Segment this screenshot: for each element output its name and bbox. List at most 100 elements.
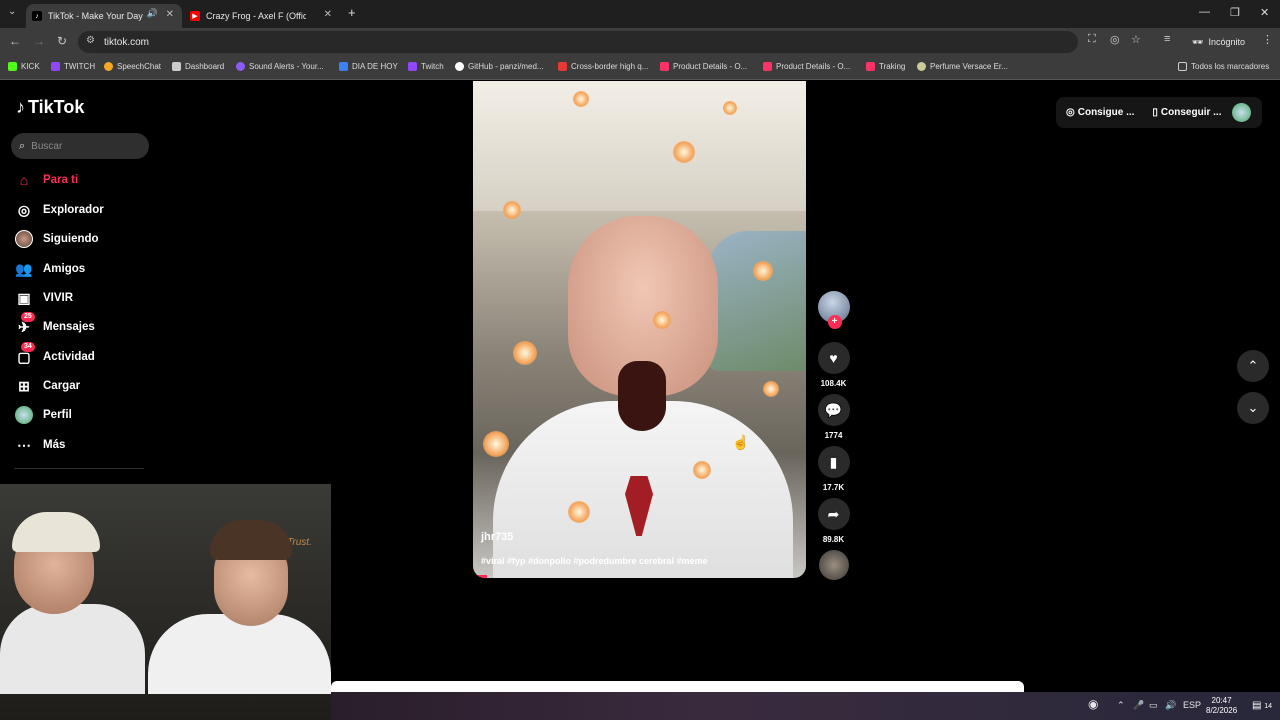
bookmark-label: Perfume Versace Er... bbox=[930, 62, 1008, 71]
incognito-indicator[interactable]: 🕶 Incógnito bbox=[1186, 32, 1251, 52]
nav-mas[interactable]: ⋯ Más bbox=[14, 434, 154, 456]
search-placeholder: Buscar bbox=[31, 140, 63, 152]
spark bbox=[503, 201, 521, 219]
nav-label: Para ti bbox=[43, 174, 79, 186]
bookmark-icon[interactable]: ▮ bbox=[817, 446, 850, 478]
video-player[interactable]: jhr735 #viral #fyp #donpollo #podredumbr… bbox=[473, 81, 806, 578]
twitch-icon bbox=[408, 62, 417, 71]
bookmark-github[interactable]: GitHub - panzi/med... bbox=[455, 62, 544, 71]
comment-action[interactable]: 💬 1774 bbox=[817, 394, 850, 440]
nav-vivir[interactable]: ▣ VIVIR bbox=[14, 287, 154, 309]
back-icon[interactable]: ← bbox=[9, 34, 21, 48]
nav-explorador[interactable]: ◎ Explorador bbox=[14, 199, 154, 221]
spark bbox=[693, 461, 711, 479]
bookmark-product-details-1[interactable]: Product Details - O... bbox=[660, 62, 747, 71]
bookmark-twitch[interactable]: Twitch bbox=[408, 62, 444, 71]
save-count: 17.7K bbox=[822, 483, 845, 492]
bookmark-traking[interactable]: Traking bbox=[866, 62, 905, 71]
tab-tiktok[interactable]: ♪ TikTok - Make Your Day 🔊 ✕ bbox=[26, 4, 182, 28]
save-action[interactable]: ▮ 17.7K bbox=[817, 446, 850, 492]
spark bbox=[753, 261, 773, 281]
nav-siguiendo[interactable]: Siguiendo bbox=[14, 228, 154, 250]
bookmark-product-details-2[interactable]: Product Details - O... bbox=[763, 62, 850, 71]
tiktok-logo[interactable]: ♪ TikTok bbox=[16, 97, 84, 118]
bookmark-sound-alerts[interactable]: Sound Alerts - Your... bbox=[236, 62, 324, 71]
heart-icon[interactable]: ♥ bbox=[817, 342, 850, 374]
nav-label: Actividad bbox=[43, 351, 95, 363]
person-left-cap bbox=[12, 512, 100, 552]
more-icon: ⋯ bbox=[17, 436, 31, 453]
like-count: 108.4K bbox=[820, 379, 847, 388]
avatar[interactable] bbox=[1232, 103, 1251, 122]
firefox-icon[interactable]: ◉ bbox=[1088, 697, 1098, 711]
bookmark-star-icon[interactable]: ☆ bbox=[1131, 33, 1141, 46]
avatar[interactable]: + bbox=[817, 291, 850, 329]
tab-search-icon[interactable]: ⌄ bbox=[8, 6, 16, 17]
bookmark-label: Traking bbox=[879, 62, 906, 71]
bookmark-twitch-caps[interactable]: TWITCH bbox=[51, 62, 95, 71]
bookmark-kick[interactable]: KICK bbox=[8, 62, 40, 71]
video-caption[interactable]: #viral #fyp #donpollo #podredumbre cereb… bbox=[481, 556, 708, 566]
bookmark-dashboard[interactable]: Dashboard bbox=[172, 62, 224, 71]
messages-icon: ✈ 25 bbox=[14, 312, 35, 337]
new-tab-button[interactable]: + bbox=[348, 5, 356, 20]
notification-center[interactable]: ▤ 14 bbox=[1252, 700, 1272, 711]
minimize-icon[interactable]: — bbox=[1199, 6, 1210, 18]
mouse-cursor-icon: ☝ bbox=[732, 434, 750, 450]
chevron-down-icon: ⌄ bbox=[1247, 400, 1259, 415]
site-info-icon[interactable]: ⚙ bbox=[86, 35, 95, 46]
previous-video-button[interactable]: ⌃ bbox=[1237, 350, 1269, 382]
all-bookmarks-label: Todos los marcadores bbox=[1191, 62, 1270, 71]
forward-icon[interactable]: → bbox=[33, 34, 45, 48]
creator-avatar[interactable]: + bbox=[817, 291, 850, 329]
restore-icon[interactable]: ❐ bbox=[1230, 6, 1240, 19]
network-icon[interactable]: ▭ bbox=[1149, 700, 1158, 711]
eye-off-icon[interactable]: ◎ bbox=[1110, 33, 1120, 46]
tray-chevron-icon[interactable]: ⌃ bbox=[1117, 700, 1125, 711]
all-bookmarks[interactable]: Todos los marcadores bbox=[1178, 62, 1269, 71]
share-icon[interactable]: ➦ bbox=[817, 498, 850, 530]
follow-plus-icon[interactable]: + bbox=[827, 315, 842, 329]
video-username[interactable]: jhr735 bbox=[481, 531, 513, 543]
bookmark-speechchat[interactable]: SpeechChat bbox=[104, 62, 161, 71]
shop-icon bbox=[866, 62, 875, 71]
nav-para-ti[interactable]: ⌂ Para ti bbox=[14, 169, 154, 191]
nav-perfil[interactable]: Perfil bbox=[14, 404, 154, 426]
comment-icon[interactable]: 💬 bbox=[817, 394, 850, 426]
get-coins-button[interactable]: Consigue ... bbox=[1078, 107, 1135, 118]
media-control-icon[interactable]: ≡ bbox=[1164, 33, 1170, 45]
tiktok-note-icon: ♪ bbox=[16, 97, 25, 117]
s-brand-icon bbox=[558, 62, 567, 71]
clock[interactable]: 20:47 8/2/2026 bbox=[1206, 696, 1237, 716]
get-app-button[interactable]: Conseguir ... bbox=[1161, 107, 1222, 118]
nav-cargar[interactable]: ⊞ Cargar bbox=[14, 375, 154, 397]
menu-kebab-icon[interactable]: ⋮ bbox=[1262, 33, 1273, 46]
coins-icon: ◎ bbox=[1066, 107, 1075, 118]
share-action[interactable]: ➦ 89.8K bbox=[817, 498, 850, 544]
bookmark-perfume[interactable]: Perfume Versace Er... bbox=[917, 62, 1008, 71]
tab-crazy-frog[interactable]: ▶ Crazy Frog - Axel F (Official Vid ✕ bbox=[184, 4, 340, 28]
address-bar[interactable]: ⚙ tiktok.com bbox=[78, 31, 1078, 53]
video-car-roof bbox=[473, 81, 806, 211]
like-action[interactable]: ♥ 108.4K bbox=[817, 342, 850, 388]
microphone-icon[interactable]: 🎤 bbox=[1133, 700, 1144, 711]
nav-mensajes[interactable]: ✈ 25 Mensajes bbox=[14, 312, 154, 338]
video-progress-bar[interactable] bbox=[473, 575, 487, 578]
close-window-icon[interactable]: ✕ bbox=[1260, 6, 1269, 19]
bookmark-dia-de-hoy[interactable]: DIA DE HOY bbox=[339, 62, 398, 71]
next-video-button[interactable]: ⌄ bbox=[1237, 392, 1269, 424]
reload-icon[interactable]: ↻ bbox=[57, 34, 67, 48]
search-input[interactable]: ⌕ Buscar bbox=[11, 133, 149, 159]
bookmark-cross-border[interactable]: Cross-border high q... bbox=[558, 62, 648, 71]
translate-icon[interactable]: ⛶ bbox=[1088, 33, 1096, 46]
nav-amigos[interactable]: 👥 Amigos bbox=[14, 258, 154, 280]
nav-actividad[interactable]: ▢ 34 Actividad bbox=[14, 342, 154, 368]
music-disc[interactable] bbox=[817, 550, 850, 580]
close-tab-icon[interactable]: ✕ bbox=[324, 9, 332, 20]
speaker-icon[interactable]: 🔊 bbox=[147, 8, 158, 19]
nav-label: Siguiendo bbox=[43, 233, 99, 245]
volume-icon[interactable]: 🔊 bbox=[1165, 700, 1176, 711]
language-indicator[interactable]: ESP bbox=[1183, 700, 1201, 710]
music-disc-icon[interactable] bbox=[818, 550, 849, 580]
close-tab-icon[interactable]: ✕ bbox=[166, 9, 174, 20]
